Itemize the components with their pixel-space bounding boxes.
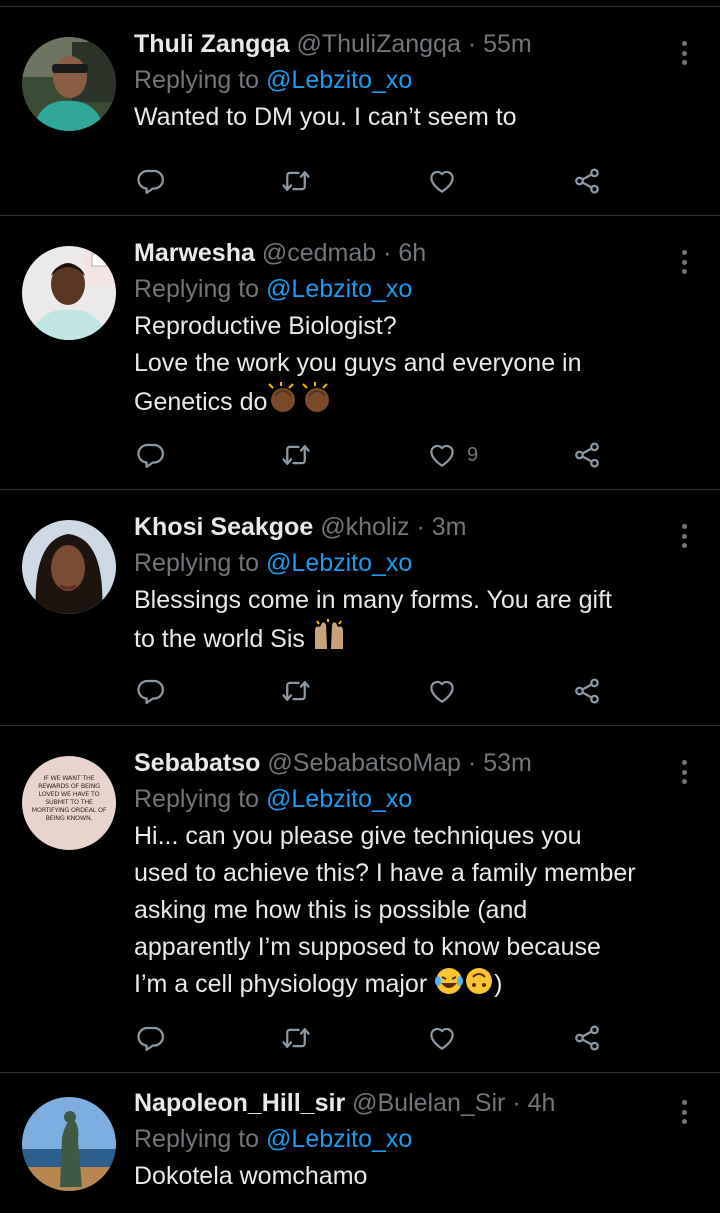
mention-link[interactable]: @Lebzito_xo bbox=[266, 1125, 412, 1153]
timestamp[interactable]: 6h bbox=[398, 239, 426, 267]
share-icon[interactable] bbox=[572, 163, 602, 199]
timestamp[interactable]: 53m bbox=[483, 749, 532, 777]
separator: · bbox=[467, 30, 477, 58]
replying-to: Replying to @Lebzito_xo bbox=[134, 1121, 690, 1157]
replying-label: Replying to bbox=[134, 549, 260, 577]
like-icon[interactable] bbox=[427, 673, 467, 709]
tweet-text-body: Reproductive Biologist? Love the work yo… bbox=[134, 312, 582, 416]
like-count: 9 bbox=[467, 443, 479, 466]
replying-label: Replying to bbox=[134, 275, 260, 303]
tweet-text: Wanted to DM you. I can’t seem to bbox=[134, 103, 517, 131]
tweet-header: Sebabatso @SebabatsoMap · 53m bbox=[134, 746, 690, 780]
user-handle[interactable]: @SebabatsoMap bbox=[267, 749, 461, 777]
like-icon[interactable]: 9 bbox=[427, 437, 478, 473]
tweet-header: Thuli Zangqa @ThuliZangqa · 55m bbox=[134, 27, 690, 61]
mention-link[interactable]: @Lebzito_xo bbox=[266, 785, 412, 813]
timestamp[interactable]: 4h bbox=[528, 1089, 556, 1117]
timestamp[interactable]: 55m bbox=[483, 30, 532, 58]
mention-link[interactable]: @Lebzito_xo bbox=[266, 275, 412, 303]
separator: · bbox=[512, 1089, 521, 1117]
more-vertical-icon[interactable] bbox=[674, 1097, 694, 1127]
tweet-header: Marwesha @cedmab · 6h bbox=[134, 236, 690, 270]
replying-label: Replying to bbox=[134, 1125, 260, 1153]
tweet-actions bbox=[134, 673, 614, 709]
share-icon[interactable] bbox=[572, 437, 602, 473]
replying-to: Replying to @Lebzito_xo bbox=[134, 271, 690, 307]
reply-feed: Thuli Zangqa @ThuliZangqa · 55m Replying… bbox=[0, 7, 720, 1213]
mention-link[interactable]: @Lebzito_xo bbox=[266, 66, 412, 94]
reply-icon[interactable] bbox=[136, 437, 166, 473]
more-vertical-icon[interactable] bbox=[674, 247, 694, 277]
share-icon[interactable] bbox=[572, 673, 602, 709]
tweet[interactable]: Napoleon_Hill_sir @Bulelan_Sir · 4h Repl… bbox=[0, 1073, 720, 1213]
more-vertical-icon[interactable] bbox=[674, 757, 694, 787]
display-name[interactable]: Napoleon_Hill_sir bbox=[134, 1089, 345, 1117]
user-handle[interactable]: @cedmab bbox=[262, 239, 376, 267]
separator: · bbox=[467, 749, 477, 777]
avatar[interactable] bbox=[22, 1097, 116, 1191]
more-vertical-icon[interactable] bbox=[674, 38, 694, 68]
tweet[interactable]: IF WE WANT THE REWARDS OF BEING LOVED WE… bbox=[0, 726, 720, 1073]
replying-to: Replying to @Lebzito_xo bbox=[134, 545, 690, 581]
like-icon[interactable] bbox=[427, 1020, 467, 1056]
share-icon[interactable] bbox=[572, 1020, 602, 1056]
avatar[interactable]: IF WE WANT THE REWARDS OF BEING LOVED WE… bbox=[22, 756, 116, 850]
display-name[interactable]: Thuli Zangqa bbox=[134, 30, 290, 58]
display-name[interactable]: Sebabatso bbox=[134, 749, 260, 777]
tweet-header: Khosi Seakgoe @kholiz · 3m bbox=[134, 510, 690, 544]
tweet-text: Dokotela womchamo bbox=[134, 1162, 368, 1190]
replying-to: Replying to @Lebzito_xo bbox=[134, 781, 690, 817]
tweet[interactable]: Thuli Zangqa @ThuliZangqa · 55m Replying… bbox=[0, 7, 720, 216]
timestamp[interactable]: 3m bbox=[432, 513, 467, 541]
like-icon[interactable] bbox=[427, 163, 467, 199]
tweet-text-body: Blessings come in many forms. You are gi… bbox=[134, 586, 613, 653]
replying-label: Replying to bbox=[134, 785, 260, 813]
more-vertical-icon[interactable] bbox=[674, 521, 694, 551]
avatar[interactable] bbox=[22, 246, 116, 340]
user-handle[interactable]: @kholiz bbox=[320, 513, 409, 541]
tweet-text-body: Hi... can you please give techniques you… bbox=[134, 822, 636, 998]
user-handle[interactable]: @ThuliZangqa bbox=[297, 30, 461, 58]
tweet-text: Reproductive Biologist? Love the work yo… bbox=[134, 308, 690, 425]
separator: · bbox=[416, 513, 425, 541]
laughing-crying-emoji-icon bbox=[434, 966, 464, 1007]
tweet-actions bbox=[134, 163, 614, 199]
retweet-icon[interactable] bbox=[281, 673, 311, 709]
replying-to: Replying to @Lebzito_xo bbox=[134, 62, 690, 98]
avatar[interactable] bbox=[22, 520, 116, 614]
tweet-text-tail: ) bbox=[494, 970, 503, 998]
tweet-actions: 9 bbox=[134, 437, 614, 473]
display-name[interactable]: Khosi Seakgoe bbox=[134, 513, 313, 541]
tweet[interactable]: Marwesha @cedmab · 6h Replying to @Lebzi… bbox=[0, 216, 720, 490]
tweet-text: Hi... can you please give techniques you… bbox=[134, 818, 690, 1007]
tweet-actions bbox=[134, 1020, 614, 1056]
display-name[interactable]: Marwesha bbox=[134, 239, 255, 267]
reply-icon[interactable] bbox=[136, 673, 166, 709]
user-handle[interactable]: @Bulelan_Sir bbox=[352, 1089, 505, 1117]
clapping-hands-emoji-icon bbox=[267, 382, 333, 425]
retweet-icon[interactable] bbox=[281, 437, 311, 473]
reply-icon[interactable] bbox=[136, 163, 166, 199]
reply-icon[interactable] bbox=[136, 1020, 166, 1056]
replying-label: Replying to bbox=[134, 66, 260, 94]
avatar[interactable] bbox=[22, 37, 116, 131]
avatar-quote-image: IF WE WANT THE REWARDS OF BEING LOVED WE… bbox=[30, 774, 108, 822]
avatar-quote-text: IF WE WANT THE REWARDS OF BEING LOVED WE… bbox=[31, 774, 107, 822]
retweet-icon[interactable] bbox=[281, 163, 311, 199]
tweet[interactable]: Khosi Seakgoe @kholiz · 3m Replying to @… bbox=[0, 490, 720, 726]
raising-hands-emoji-icon bbox=[312, 619, 346, 662]
retweet-icon[interactable] bbox=[281, 1020, 311, 1056]
upside-down-face-emoji-icon bbox=[464, 966, 494, 1007]
separator: · bbox=[383, 239, 392, 267]
tweet-header: Napoleon_Hill_sir @Bulelan_Sir · 4h bbox=[134, 1086, 690, 1120]
tweet-text: Blessings come in many forms. You are gi… bbox=[134, 582, 690, 662]
mention-link[interactable]: @Lebzito_xo bbox=[266, 549, 412, 577]
